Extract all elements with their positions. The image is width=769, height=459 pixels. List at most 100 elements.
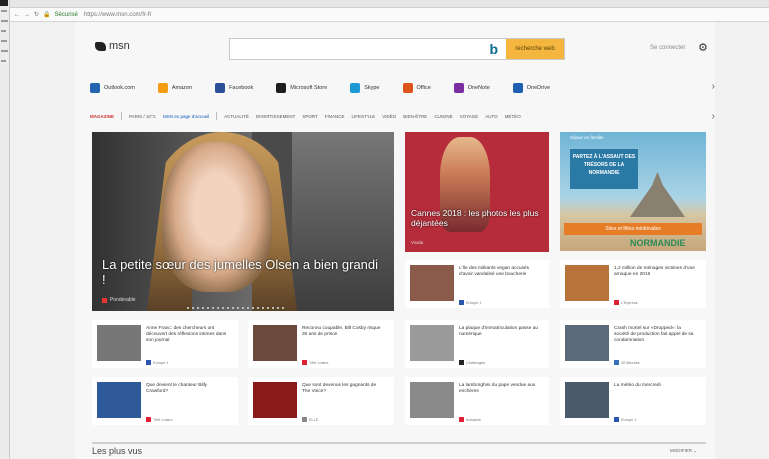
news-thumbnail — [565, 265, 609, 301]
search-input[interactable]: b recherche web — [229, 38, 565, 60]
onenote-icon — [453, 83, 464, 93]
news-card[interactable]: 1,2 million de ménages victimes d'une ar… — [560, 260, 706, 308]
news-thumbnail — [410, 325, 454, 361]
nav-item[interactable]: VOYAGE — [460, 114, 479, 119]
url-text[interactable]: https://www.msn.com/fr-fr — [84, 12, 152, 18]
back-icon[interactable]: ← — [14, 12, 20, 18]
onedrive-icon — [512, 83, 523, 93]
news-title: Que sont devenus les gagnants de The Voi… — [302, 383, 377, 394]
gear-icon[interactable]: ⚙ — [698, 41, 708, 54]
nav-item[interactable]: BIEN-ÊTRE — [403, 114, 427, 119]
ad-cta-button[interactable]: Sites et fêtes médiévales — [564, 223, 702, 235]
source-icon — [302, 360, 307, 365]
news-source: Télé Loisirs — [146, 417, 172, 422]
news-card[interactable]: Que sont devenus les gagnants de The Voi… — [248, 377, 394, 425]
quicklink-facebook[interactable]: Facebook — [215, 83, 253, 93]
news-title: 1,2 million de ménages victimes d'une ar… — [614, 266, 695, 277]
nav-item[interactable]: AUTO — [485, 114, 497, 119]
side-line — [1, 20, 8, 22]
butterfly-icon — [95, 41, 106, 51]
hero-title[interactable]: La petite sœur des jumelles Olsen a bien… — [102, 257, 382, 287]
quicklink-onenote[interactable]: OneNote — [453, 83, 490, 93]
quicklink-skype[interactable]: Skype — [350, 83, 380, 93]
nav-item[interactable]: DIVERTISSEMENT — [256, 114, 295, 119]
source-icon — [614, 417, 619, 422]
normandie-ad[interactable]: Séjour en famille PARTEZ À L'ASSAUT DES … — [560, 132, 706, 251]
news-source: Challenges — [459, 360, 485, 365]
source-icon — [102, 297, 107, 303]
ad-tag: Séjour en famille — [570, 135, 604, 140]
facebook-icon — [215, 83, 226, 93]
news-card[interactable]: Reconnu coupable, Bill Cosby risque 30 a… — [248, 320, 394, 368]
hero-story[interactable]: La petite sœur des jumelles Olsen a bien… — [92, 132, 394, 311]
logo-text: msn — [109, 40, 130, 52]
news-card[interactable]: Anne Franc: des chercheurs ont découvert… — [92, 320, 238, 368]
search-button[interactable]: recherche web — [506, 39, 564, 59]
news-source: Autoplus — [459, 417, 481, 422]
outlook-icon — [90, 83, 100, 93]
news-thumbnail — [253, 382, 297, 418]
nav-item[interactable]: ACTUALITÉ — [224, 114, 249, 119]
quicklink-onedrive[interactable]: OneDrive — [512, 83, 550, 93]
news-card[interactable]: La lamborghini du pape vendue aux enchèr… — [405, 377, 549, 425]
quicklink-office[interactable]: Office — [402, 83, 431, 93]
side-icon — [0, 0, 8, 6]
nav-item[interactable]: MÉTÉO — [505, 114, 521, 119]
news-title: La plaque d'immatriculation passe au num… — [459, 326, 539, 337]
amazon-icon — [157, 83, 168, 93]
news-source: Europe 1 — [459, 300, 481, 305]
ad-headline: PARTEZ À L'ASSAUT DES TRÉSORS DE LA NORM… — [570, 149, 638, 189]
news-title: Reconnu coupable, Bill Cosby risque 30 a… — [302, 326, 381, 337]
modify-button[interactable]: MODIFIER ⌄ — [670, 448, 697, 454]
quicklink-store[interactable]: Microsoft Store — [276, 83, 327, 93]
skype-icon — [350, 83, 361, 93]
nav-item[interactable]: SPORT — [302, 114, 317, 119]
news-title: La lamborghini du pape vendue aux enchèr… — [459, 383, 536, 394]
office-icon — [402, 83, 413, 93]
carousel-dots[interactable] — [187, 307, 284, 309]
nav-item[interactable]: VIDÉO — [382, 114, 396, 119]
news-thumbnail — [253, 325, 297, 361]
news-source: L'Express — [614, 300, 638, 305]
news-card[interactable]: Crash mortel sur «Dropped»: la société d… — [560, 320, 706, 368]
signin-link[interactable]: Se connecter — [650, 45, 685, 51]
forward-icon[interactable]: → — [24, 12, 30, 18]
ad-brand: NORMANDIE — [630, 238, 686, 248]
msn-home-link[interactable]: MSN en page d'accueil — [163, 114, 209, 119]
news-card[interactable]: L'île des militants vegan accusés d'avoi… — [405, 260, 549, 308]
cannes-story[interactable]: Cannes 2018 : les photos les plus déjant… — [405, 132, 549, 252]
news-card[interactable]: La météo du mercredi Europe 1 — [560, 377, 706, 425]
news-title: Anne Franc: des chercheurs ont découvert… — [146, 326, 227, 343]
reload-icon[interactable]: ↻ — [34, 11, 39, 18]
chevron-right-icon[interactable]: › — [712, 111, 715, 122]
weather-widget[interactable]: PARIS / 10°C — [129, 114, 156, 119]
news-title: Crash mortel sur «Dropped»: la société d… — [614, 326, 694, 343]
news-source: Europe 1 — [614, 417, 636, 422]
msn-logo[interactable]: msn — [95, 40, 130, 52]
nav-magazine[interactable]: MAGAZINE — [90, 114, 114, 119]
section-divider — [92, 442, 706, 444]
address-bar[interactable]: ← → ↻ 🔒 Sécurisé https://www.msn.com/fr-… — [10, 8, 769, 22]
news-title: La météo du mercredi — [614, 383, 661, 388]
news-title: Que devient le chanteur Billy Crawford? — [146, 383, 208, 394]
side-line — [1, 40, 7, 42]
lock-icon: 🔒 — [43, 12, 51, 18]
cannes-title[interactable]: Cannes 2018 : les photos les plus déjant… — [411, 208, 546, 228]
source-icon — [614, 300, 619, 305]
news-thumbnail — [565, 382, 609, 418]
source-icon — [146, 417, 151, 422]
chevron-right-icon[interactable]: › — [712, 81, 715, 92]
divider — [121, 112, 122, 120]
nav-item[interactable]: LIFESTYLE — [352, 114, 376, 119]
news-thumbnail — [97, 325, 141, 361]
quicklink-outlook[interactable]: Outlook.com — [90, 83, 135, 93]
cannes-source: Vivala — [411, 240, 424, 245]
nav-item[interactable]: FINANCE — [325, 114, 345, 119]
store-icon — [276, 83, 287, 93]
news-card[interactable]: La plaque d'immatriculation passe au num… — [405, 320, 549, 368]
news-card[interactable]: Que devient le chanteur Billy Crawford? … — [92, 377, 238, 425]
quicklink-amazon[interactable]: Amazon — [157, 83, 192, 93]
side-panel — [0, 0, 10, 459]
nav-item[interactable]: CUISINE — [434, 114, 452, 119]
source-icon — [302, 417, 307, 422]
